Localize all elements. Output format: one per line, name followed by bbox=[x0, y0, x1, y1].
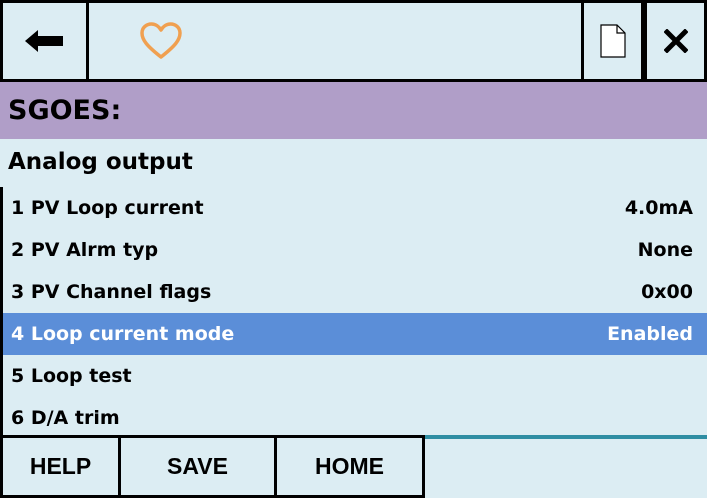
list-item-label: 1 PV Loop current bbox=[11, 197, 204, 219]
menu-title: Analog output bbox=[8, 149, 193, 175]
document-button[interactable] bbox=[581, 3, 644, 79]
function-buttons: HELP SAVE HOME bbox=[0, 435, 425, 498]
list-item[interactable]: 6 D/A trim bbox=[3, 397, 707, 439]
menu-title-bar: Analog output bbox=[0, 139, 707, 185]
list-item-value: None bbox=[637, 239, 693, 261]
list-item[interactable]: 1 PV Loop current 4.0mA bbox=[3, 187, 707, 229]
accent-divider bbox=[425, 435, 707, 439]
list-item-label: 5 Loop test bbox=[11, 365, 132, 387]
toolbar bbox=[0, 0, 707, 82]
list-item-selected[interactable]: 4 Loop current mode Enabled bbox=[3, 313, 707, 355]
document-icon bbox=[599, 24, 626, 58]
save-button[interactable]: SAVE bbox=[121, 438, 277, 495]
device-title: SGOES: bbox=[8, 95, 122, 126]
close-button[interactable] bbox=[644, 3, 704, 79]
device-title-bar: SGOES: bbox=[0, 82, 707, 139]
list-item-value: Enabled bbox=[607, 323, 693, 345]
list-item-label: 4 Loop current mode bbox=[11, 323, 235, 345]
help-button[interactable]: HELP bbox=[3, 438, 121, 495]
close-icon bbox=[663, 29, 688, 53]
list-item[interactable]: 5 Loop test bbox=[3, 355, 707, 397]
list-item[interactable]: 2 PV Alrm typ None bbox=[3, 229, 707, 271]
bottom-bar: HELP SAVE HOME bbox=[0, 435, 707, 498]
favorite-area bbox=[89, 3, 581, 79]
list-item-label: 6 D/A trim bbox=[11, 407, 120, 429]
list-item[interactable]: 3 PV Channel flags 0x00 bbox=[3, 271, 707, 313]
heart-outline-icon[interactable] bbox=[139, 22, 183, 60]
home-button[interactable]: HOME bbox=[277, 438, 422, 495]
list-item-label: 2 PV Alrm typ bbox=[11, 239, 159, 261]
list-item-label: 3 PV Channel flags bbox=[11, 281, 212, 303]
back-button[interactable] bbox=[3, 3, 89, 79]
parameter-list: 1 PV Loop current 4.0mA 2 PV Alrm typ No… bbox=[0, 187, 707, 439]
arrow-left-icon bbox=[24, 30, 63, 52]
list-item-value: 0x00 bbox=[641, 281, 693, 303]
list-item-value: 4.0mA bbox=[624, 197, 693, 219]
